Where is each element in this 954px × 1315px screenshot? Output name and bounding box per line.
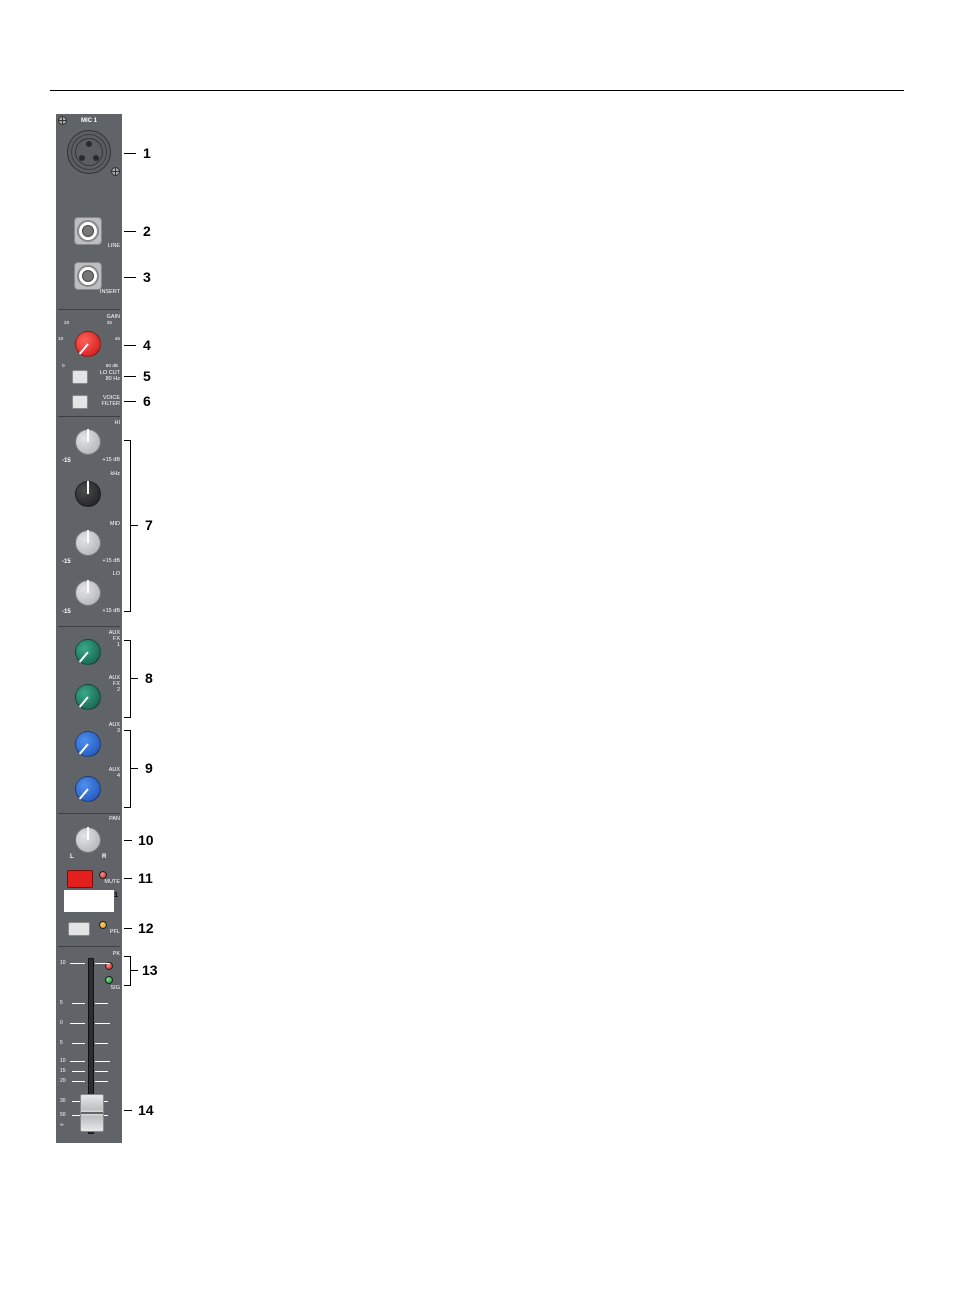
callout-13: 13: [142, 962, 158, 978]
fader-area: 10 5 0 5 10 15 20 30 50 ∞: [62, 954, 116, 1138]
callout-line: [124, 153, 136, 154]
panel-screw: [111, 167, 120, 176]
callout-5: 5: [143, 368, 151, 384]
mute-led: [99, 871, 107, 879]
bracket: [124, 440, 131, 612]
line-jack[interactable]: [74, 217, 102, 245]
line-label: LINE: [108, 244, 120, 250]
channel-fader[interactable]: [80, 1094, 104, 1132]
aux3-label: AUX 3: [109, 723, 120, 735]
aux1-label: AUX FX 1: [109, 631, 120, 648]
header-rule: [50, 90, 904, 91]
eq-mid-knob[interactable]: [72, 527, 104, 559]
mute-button[interactable]: [67, 870, 93, 888]
callout-line: [124, 928, 132, 929]
aux4-knob[interactable]: [72, 773, 104, 805]
voice-filter-label: VOICE FILTER: [101, 396, 120, 408]
lo-cut-label: LO CUT 80 Hz: [100, 371, 120, 383]
eq-khz-label: kHz: [111, 472, 120, 478]
callout-11: 11: [138, 870, 153, 886]
callout-line: [130, 525, 138, 526]
callout-line: [130, 768, 138, 769]
channel-number: 1: [56, 892, 118, 899]
callout-3: 3: [143, 269, 151, 285]
callout-line: [130, 970, 138, 971]
callout-4: 4: [143, 337, 151, 353]
channel-strip: MIC 1 LINE INSERT GAIN 0 10 20 35 45: [56, 114, 122, 1143]
callout-line: [124, 345, 136, 346]
callout-line: [124, 231, 136, 232]
eq-khz-knob[interactable]: [72, 478, 104, 510]
eq-hi-knob[interactable]: [72, 426, 104, 458]
callout-line: [124, 1110, 132, 1111]
callout-7: 7: [145, 517, 153, 533]
bracket: [124, 640, 131, 718]
divider: [58, 946, 120, 947]
bracket: [124, 956, 131, 986]
pfl-label: PFL: [110, 930, 120, 936]
eq-mid-label: MID: [110, 522, 120, 528]
page: MIC 1 LINE INSERT GAIN 0 10 20 35 45: [0, 0, 954, 1315]
pfl-button[interactable]: [68, 922, 90, 936]
callout-line: [124, 277, 136, 278]
pan-knob[interactable]: [72, 824, 104, 856]
aux3-knob[interactable]: [72, 728, 104, 760]
bracket: [124, 730, 131, 808]
divider: [58, 813, 120, 814]
pfl-led: [99, 921, 107, 929]
callout-1: 1: [143, 145, 151, 161]
callout-14: 14: [138, 1102, 154, 1118]
callout-line: [124, 376, 136, 377]
voice-filter-button[interactable]: [72, 395, 88, 409]
callout-line: [124, 840, 132, 841]
callout-12: 12: [138, 920, 154, 936]
eq-lo-label: LO: [113, 572, 120, 578]
callout-line: [130, 678, 138, 679]
callout-10: 10: [138, 832, 154, 848]
channel-title: MIC 1: [56, 118, 122, 124]
callout-8: 8: [145, 670, 153, 686]
callout-6: 6: [143, 393, 151, 409]
divider: [58, 626, 120, 627]
pan-label: PAN: [109, 817, 120, 823]
aux-fx2-knob[interactable]: [72, 681, 104, 713]
aux-fx1-knob[interactable]: [72, 636, 104, 668]
aux4-label: AUX 4: [109, 768, 120, 780]
lo-cut-button[interactable]: [72, 370, 88, 384]
callout-line: [124, 878, 132, 879]
aux2-label: AUX FX 2: [109, 676, 120, 693]
eq-lo-knob[interactable]: [72, 577, 104, 609]
callout-9: 9: [145, 760, 153, 776]
eq-hi-label: HI: [115, 421, 121, 427]
divider: [58, 309, 120, 310]
xlr-input[interactable]: [67, 130, 111, 174]
mute-label: MUTE: [104, 880, 120, 886]
callout-line: [124, 401, 136, 402]
divider: [58, 416, 120, 417]
gain-knob[interactable]: 0 10 20 35 45 60 dB: [72, 328, 104, 360]
insert-jack[interactable]: [74, 262, 102, 290]
insert-label: INSERT: [100, 290, 120, 296]
callout-2: 2: [143, 223, 151, 239]
